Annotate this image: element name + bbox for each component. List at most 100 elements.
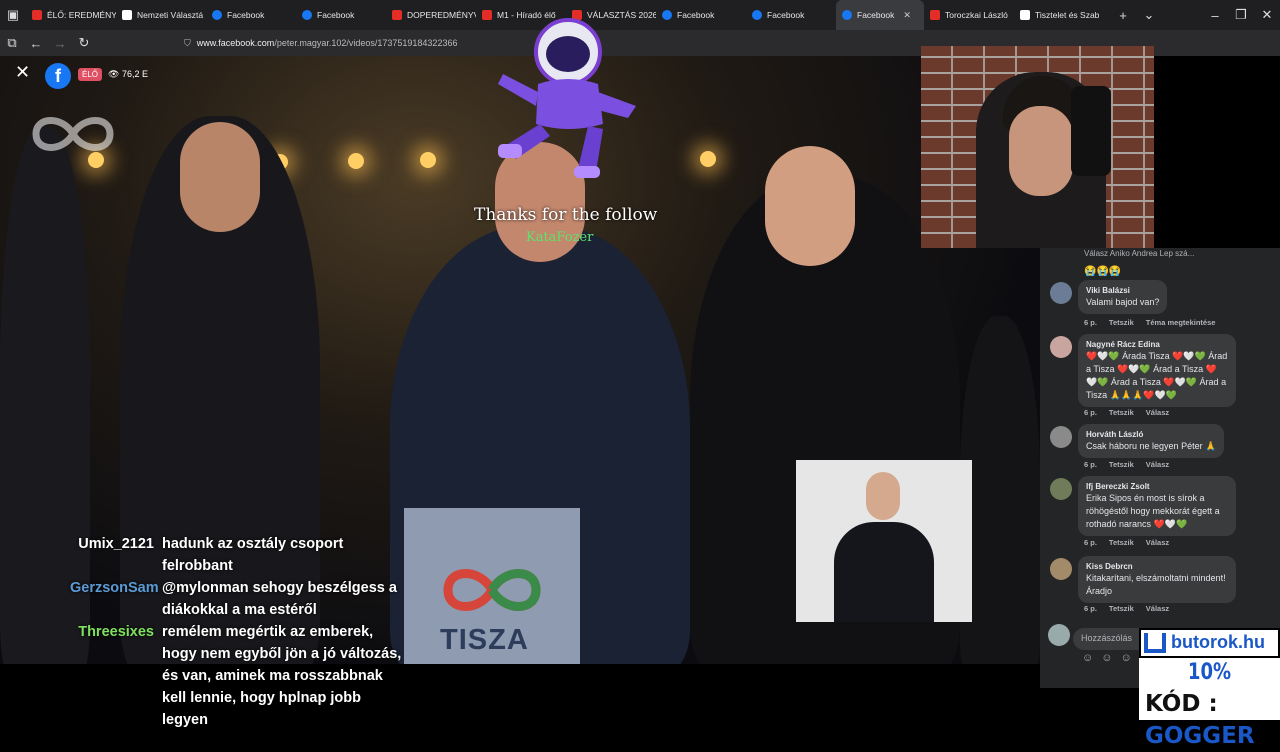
chat-text: hadunk az osztály csoport felrobbant xyxy=(162,536,344,574)
browser-tab[interactable]: Nemzeti Választá xyxy=(116,0,206,30)
comment-actions: 6 p. Tetszik Válasz xyxy=(1084,604,1169,613)
comment-text: Kitakarítani, elszámoltatni mindent! Ára… xyxy=(1086,573,1226,596)
comment-text: Csak háboru ne legyen Péter 🙏 xyxy=(1086,441,1217,451)
browser-tab[interactable]: Facebook xyxy=(206,0,296,30)
chat-text: @mylonman sehogy beszélgess a diákokkal … xyxy=(162,580,397,618)
comment-bubble: Viki Balázsi Valami bajod van? xyxy=(1078,280,1168,314)
facebook-icon xyxy=(842,10,852,20)
comment-action-link[interactable]: Tetszik xyxy=(1109,318,1134,327)
comment-action-link[interactable]: Tetszik xyxy=(1109,538,1134,547)
follower-name: KataFozer xyxy=(526,230,594,245)
live-badge: ÉLŐ xyxy=(78,68,103,81)
comment-bubble: Nagyné Rácz Edina ❤️🤍💚 Árada Tisza ❤️🤍💚 Á… xyxy=(1078,334,1236,407)
emoji-toolbar-icon[interactable]: ☺☺☺ xyxy=(1082,652,1140,664)
streamer-webcam xyxy=(921,46,1154,248)
comment-text: Erika Sipos én most is sírok a röhögéstő… xyxy=(1086,493,1220,529)
facebook-icon[interactable]: f xyxy=(45,63,71,89)
podium-text: TISZA xyxy=(440,624,529,656)
viewer-count: 👁 76,2 E xyxy=(108,69,148,79)
comment-timestamp: 6 p. xyxy=(1084,538,1097,547)
tab-label: ÉLŐ: EREDMÉNYE xyxy=(47,10,116,20)
comment-author[interactable]: Viki Balázsi xyxy=(1086,285,1159,296)
tab-overview-icon[interactable]: ▣ xyxy=(0,7,26,23)
new-tab-button[interactable]: + xyxy=(1110,8,1136,23)
sign-language-interpreter xyxy=(796,460,972,622)
comment-author[interactable]: Nagyné Rácz Edina xyxy=(1086,339,1228,350)
browser-tab[interactable]: Tisztelet és Szab xyxy=(1014,0,1110,30)
tab-label: Facebook xyxy=(767,10,805,20)
address-bar[interactable]: ⛉ www.facebook.com/peter.magyar.102/vide… xyxy=(184,38,457,49)
ad-discount: 10% KEDVEZMÉNY xyxy=(1139,658,1280,715)
sidebar-toggle-icon[interactable]: ⧉ xyxy=(0,35,24,51)
chat-text: remélem megértik az emberek, hogy nem eg… xyxy=(162,624,402,728)
comment-action-link[interactable]: Válasz xyxy=(1146,604,1169,613)
comment-timestamp: 6 p. xyxy=(1084,460,1097,469)
comment-timestamp: 6 p. xyxy=(1084,408,1097,417)
comment-bubble: Horváth László Csak háboru ne legyen Péte… xyxy=(1078,424,1225,458)
tab-label: Facebook xyxy=(677,10,715,20)
comment-action-link[interactable]: Válasz xyxy=(1146,538,1169,547)
browser-tab[interactable]: Facebook ✕ xyxy=(836,0,924,30)
comment-author[interactable]: Kiss Debrcn xyxy=(1086,561,1228,572)
comment-action-link[interactable]: Válasz xyxy=(1146,460,1169,469)
tab-label: Nemzeti Választá xyxy=(137,10,204,20)
close-tab-icon[interactable]: ✕ xyxy=(903,10,911,21)
browser-tab[interactable]: DOPEREDMÉNYV xyxy=(386,0,476,30)
back-button[interactable]: ← xyxy=(24,36,48,51)
reply-header[interactable]: Válasz Aniko Andrea Lep szá... xyxy=(1084,249,1194,258)
comment-text: Valami bajod van? xyxy=(1086,297,1160,307)
comment-author[interactable]: Horváth László xyxy=(1086,429,1216,440)
chat-message: Threesixes remélem megértik az emberek, h… xyxy=(70,621,410,731)
brand-logo-icon xyxy=(1144,633,1166,653)
chat-username[interactable]: Threesixes xyxy=(70,621,154,643)
close-window-button[interactable]: ✕ xyxy=(1254,7,1280,23)
astronaut-alert-icon xyxy=(498,18,636,178)
browser-tab[interactable]: Toroczkai László xyxy=(924,0,1014,30)
close-icon[interactable]: ✕ xyxy=(15,62,30,83)
browser-tab[interactable]: ÉLŐ: EREDMÉNYE xyxy=(26,0,116,30)
comment-action-link[interactable]: Tetszik xyxy=(1109,408,1134,417)
comment-actions: 6 p. Tetszik Válasz xyxy=(1084,408,1169,417)
comment-timestamp: 6 p. xyxy=(1084,604,1097,613)
chat-username[interactable]: Umix_2121 xyxy=(70,533,154,555)
comment-action-link[interactable]: Tetszik xyxy=(1109,460,1134,469)
avatar[interactable] xyxy=(1050,426,1072,448)
follow-alert-text: Thanks for the follow xyxy=(474,205,658,225)
browser-tab[interactable]: Facebook xyxy=(656,0,746,30)
tab-label: Tisztelet és Szab xyxy=(1035,10,1100,20)
avatar[interactable] xyxy=(1050,282,1072,304)
chat-message: Umix_2121 hadunk az osztály csoport felro… xyxy=(70,533,410,577)
ad-brand: butorok.hu xyxy=(1171,632,1265,652)
forward-button[interactable]: → xyxy=(48,36,72,51)
comment-bubble: Kiss Debrcn Kitakarítani, elszámoltatni m… xyxy=(1078,556,1236,603)
comment-actions: 6 p. Tetszik Válasz xyxy=(1084,538,1169,547)
comment-action-link[interactable]: Téma megtekintése xyxy=(1146,318,1216,327)
comment-bubble: Ifj Bereczki Zsolt Erika Sipos én most is… xyxy=(1078,476,1236,536)
channel-watermark-icon xyxy=(32,117,114,151)
avatar[interactable] xyxy=(1050,478,1072,500)
minimize-button[interactable]: – xyxy=(1202,8,1228,23)
facebook-icon xyxy=(662,10,672,20)
comment-author[interactable]: Ifj Bereczki Zsolt xyxy=(1086,481,1228,492)
avatar[interactable] xyxy=(1050,336,1072,358)
facebook-icon xyxy=(752,10,762,20)
shield-icon: ⛉ xyxy=(184,37,191,48)
tab-label: Facebook xyxy=(227,10,265,20)
chat-username[interactable]: GerzsonSam xyxy=(70,577,159,599)
comment-text: ❤️🤍💚 Árada Tisza ❤️🤍💚 Árad a Tisza ❤️🤍💚 … xyxy=(1086,351,1228,400)
comment-actions: 6 p. Tetszik Téma megtekintése xyxy=(1084,318,1215,327)
eye-icon: 👁 xyxy=(108,69,120,79)
maximize-button[interactable]: ❐ xyxy=(1228,7,1254,23)
comment-timestamp: 6 p. xyxy=(1084,318,1097,327)
comment-action-link[interactable]: Tetszik xyxy=(1109,604,1134,613)
tab-label: Facebook xyxy=(317,10,355,20)
reload-button[interactable]: ↻ xyxy=(72,35,96,51)
tab-list-chevron-icon[interactable]: ⌄ xyxy=(1136,7,1162,23)
comment-action-link[interactable]: Válasz xyxy=(1146,408,1169,417)
avatar[interactable] xyxy=(1050,558,1072,580)
browser-tab[interactable]: Facebook xyxy=(746,0,836,30)
avatar xyxy=(1048,624,1070,646)
comment-actions: 6 p. Tetszik Válasz xyxy=(1084,460,1169,469)
browser-tab[interactable]: Facebook xyxy=(296,0,386,30)
facebook-icon xyxy=(302,10,312,20)
